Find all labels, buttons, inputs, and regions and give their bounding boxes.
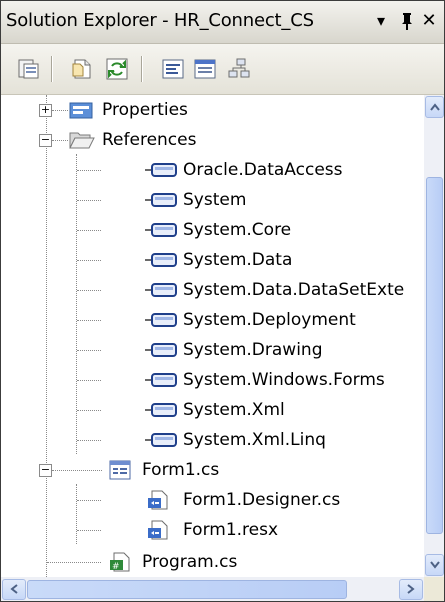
- properties-icon[interactable]: [17, 57, 41, 81]
- tree-item-label: References: [102, 130, 197, 150]
- tree-item-label: Properties: [102, 100, 188, 120]
- cs-file-icon: [148, 490, 168, 510]
- tree-item-label: Oracle.DataAccess: [183, 160, 343, 180]
- tree-item-reference[interactable]: System.Data.DataSetExte: [1, 275, 424, 305]
- reference-icon: [145, 223, 177, 237]
- scroll-left-button[interactable]: [2, 579, 26, 600]
- tree-item-label: Program.cs: [142, 552, 238, 572]
- tree-item-label: System.Xml.Linq: [183, 430, 326, 450]
- cs-program-icon: #: [110, 552, 130, 572]
- tree-item-label: System.Drawing: [183, 340, 323, 360]
- tree-item-properties[interactable]: + Properties: [1, 95, 424, 125]
- scroll-down-button[interactable]: [425, 554, 444, 576]
- refresh-icon[interactable]: [105, 57, 129, 81]
- tree-item-reference[interactable]: System.Xml.Linq: [1, 425, 424, 455]
- tree-item-label: System.Xml: [183, 400, 285, 420]
- resx-file-icon: [148, 520, 168, 540]
- tree-item-reference[interactable]: Oracle.DataAccess: [1, 155, 424, 185]
- tree-item-label: System.Data: [183, 250, 293, 270]
- properties-folder-icon: [69, 102, 93, 119]
- tree-item-program[interactable]: # Program.cs: [1, 547, 424, 577]
- collapse-icon[interactable]: −: [39, 464, 52, 477]
- horizontal-scrollbar[interactable]: [1, 577, 424, 601]
- scroll-right-button[interactable]: [399, 579, 423, 600]
- tree-line: [77, 410, 101, 411]
- view-designer-icon[interactable]: [193, 57, 217, 81]
- vertical-scroll-thumb[interactable]: [426, 177, 443, 534]
- toolbar: [1, 44, 444, 95]
- scroll-up-button[interactable]: [425, 96, 444, 118]
- reference-icon: [145, 283, 177, 297]
- vertical-scrollbar[interactable]: [424, 95, 444, 577]
- tree-line: [52, 140, 68, 141]
- tree-line: [77, 440, 101, 441]
- tree-line: [77, 260, 101, 261]
- tree-line: [77, 290, 101, 291]
- tree-item-reference[interactable]: System.Data: [1, 245, 424, 275]
- scrollbar-corner: [424, 577, 444, 601]
- reference-icon: [145, 163, 177, 177]
- tree-line: [77, 380, 101, 381]
- tree-line: [47, 562, 101, 563]
- tree-item-label: System.Data.DataSetExte: [183, 280, 405, 300]
- window-title: Solution Explorer - HR_Connect_CS: [6, 10, 314, 31]
- view-code-icon[interactable]: [161, 57, 185, 81]
- reference-icon: [145, 373, 177, 387]
- close-icon[interactable]: ✕: [415, 7, 443, 35]
- reference-icon: [145, 403, 177, 417]
- tree-line: [77, 320, 101, 321]
- tree-item-label: Form1.cs: [142, 460, 220, 480]
- tree-item-label: System.Windows.Forms: [183, 370, 385, 390]
- tree-line: [77, 230, 101, 231]
- collapse-icon[interactable]: −: [39, 134, 52, 147]
- tree-line: [77, 530, 101, 531]
- tree-line: [77, 350, 101, 351]
- tree-item-references[interactable]: − References: [1, 125, 424, 155]
- tree-item-label: Form1.resx: [183, 520, 279, 540]
- tree-item-form1[interactable]: − Form1.cs: [1, 455, 424, 485]
- reference-icon: [145, 313, 177, 327]
- tree-line: [77, 170, 101, 171]
- window-position-dropdown-icon[interactable]: ▾: [367, 7, 395, 35]
- title-bar: Solution Explorer - HR_Connect_CS ▾ ✕: [1, 1, 444, 44]
- tree-item-reference[interactable]: System.Drawing: [1, 335, 424, 365]
- class-diagram-icon[interactable]: [227, 57, 251, 81]
- tree-item-reference[interactable]: System.Deployment: [1, 305, 424, 335]
- horizontal-scroll-thumb[interactable]: [27, 580, 347, 599]
- show-all-files-icon[interactable]: [71, 57, 95, 81]
- reference-icon: [145, 343, 177, 357]
- toolbar-separator: [51, 56, 53, 82]
- tree-item-reference[interactable]: System.Core: [1, 215, 424, 245]
- form-icon: [109, 460, 131, 480]
- expand-icon[interactable]: +: [39, 104, 52, 117]
- reference-icon: [145, 193, 177, 207]
- tree-item-form1-resx[interactable]: Form1.resx: [1, 515, 424, 545]
- tree-item-label: System: [183, 190, 247, 210]
- tree-item-reference[interactable]: System.Xml: [1, 395, 424, 425]
- tree-line: [77, 500, 101, 501]
- svg-text:#: #: [112, 562, 120, 572]
- solution-explorer-window: Solution Explorer - HR_Connect_CS ▾ ✕ + …: [0, 0, 445, 602]
- tree-line: [77, 200, 101, 201]
- tree-item-label: System.Deployment: [183, 310, 356, 330]
- tree-line: [52, 470, 102, 471]
- tree-item-label: System.Core: [183, 220, 292, 240]
- reference-icon: [145, 433, 177, 447]
- tree-item-label: Form1.Designer.cs: [183, 490, 341, 510]
- folder-open-icon: [69, 132, 95, 149]
- tree-item-form1-designer[interactable]: Form1.Designer.cs: [1, 485, 424, 515]
- solution-tree[interactable]: + Properties − References Oracle.DataAcc…: [1, 95, 424, 577]
- tree-line: [52, 110, 68, 111]
- reference-icon: [145, 253, 177, 267]
- toolbar-separator: [141, 56, 143, 82]
- tree-item-reference[interactable]: System.Windows.Forms: [1, 365, 424, 395]
- tree-item-reference[interactable]: System: [1, 185, 424, 215]
